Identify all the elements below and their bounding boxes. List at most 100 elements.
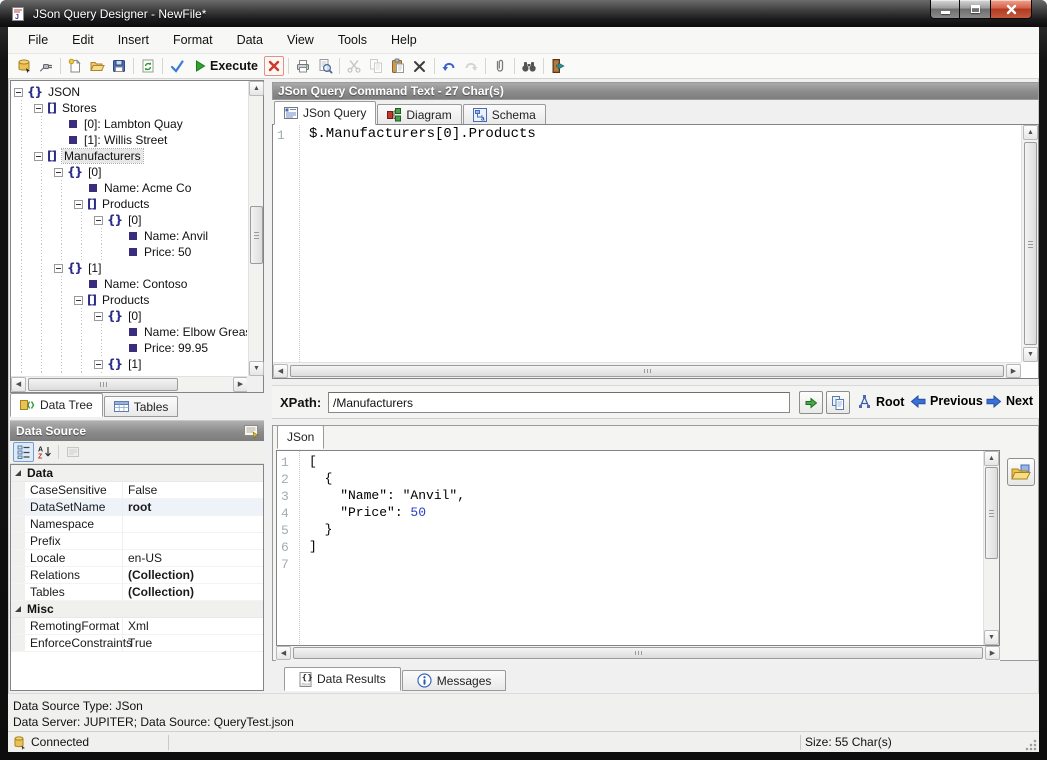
xpath-previous-button[interactable]: Previous	[910, 394, 983, 408]
attach-button[interactable]	[489, 55, 511, 77]
collapse-icon[interactable]	[14, 88, 23, 97]
minimize-button[interactable]	[930, 0, 960, 19]
property-category[interactable]: Misc	[11, 601, 263, 618]
scroll-up-arrow[interactable]: ▲	[1023, 125, 1038, 140]
copy-button[interactable]	[365, 55, 387, 77]
close-button[interactable]	[990, 0, 1032, 19]
scroll-up-arrow[interactable]: ▲	[984, 451, 999, 466]
xpath-input[interactable]	[328, 392, 790, 413]
scrollbar-thumb[interactable]	[290, 365, 1004, 377]
tab-json-result[interactable]: JSon	[277, 425, 324, 449]
menu-item-insert[interactable]: Insert	[106, 28, 161, 52]
collapse-icon[interactable]	[34, 104, 43, 113]
menu-item-tools[interactable]: Tools	[326, 28, 379, 52]
save-button[interactable]	[108, 55, 130, 77]
tree-node[interactable]: {}[0]	[12, 164, 247, 180]
code-line[interactable]: $.Manufacturers[0].Products	[309, 126, 1021, 143]
tab-messages[interactable]: Messages	[402, 670, 507, 691]
menu-item-help[interactable]: Help	[379, 28, 429, 52]
scrollbar-thumb[interactable]	[28, 378, 178, 391]
tree-node[interactable]: {}[0]	[12, 308, 247, 324]
collapse-icon[interactable]	[54, 264, 63, 273]
collapse-icon[interactable]	[74, 200, 83, 209]
property-row[interactable]: DataSetNameroot	[11, 499, 263, 516]
exit-button[interactable]	[547, 55, 569, 77]
xpath-next-button[interactable]: Next	[986, 394, 1033, 408]
collapse-icon[interactable]	[94, 360, 103, 369]
property-category[interactable]: Data	[11, 465, 263, 482]
refresh-button[interactable]	[137, 55, 159, 77]
tab-data-results[interactable]: {}JSon Data Results	[284, 667, 401, 691]
results-code-area[interactable]: [ { "Name": "Anvil", "Price": 50 } ]	[301, 451, 983, 644]
resize-grip[interactable]	[1025, 738, 1038, 751]
results-vertical-scrollbar[interactable]: ▲ ▼	[983, 451, 999, 645]
category-expand-icon[interactable]	[15, 470, 21, 476]
delete-button[interactable]	[409, 55, 431, 77]
vertical-splitter[interactable]	[264, 80, 272, 691]
tree-node[interactable]: [1]: Willis Street	[12, 132, 247, 148]
tree-node[interactable]: {}[1]	[12, 260, 247, 276]
property-row[interactable]: Tables(Collection)	[11, 584, 263, 601]
scroll-left-arrow[interactable]: ◀	[273, 364, 288, 378]
scroll-up-arrow[interactable]: ▲	[249, 81, 264, 96]
scroll-right-arrow[interactable]: ▶	[1006, 364, 1021, 378]
results-editor[interactable]: 1 2 3 4 5 6 7 [ { "Name": "Anvil", "Pric…	[276, 450, 1000, 646]
tree-node[interactable]: Name: Contoso	[12, 276, 247, 292]
tree-node[interactable]: {}[1]	[12, 356, 247, 372]
scroll-right-arrow[interactable]: ▶	[233, 377, 248, 392]
property-row[interactable]: Localeen-US	[11, 550, 263, 567]
tree-horizontal-scrollbar[interactable]: ◀ ▶	[11, 376, 248, 392]
property-row[interactable]: Prefix	[11, 533, 263, 550]
query-vertical-scrollbar[interactable]: ▲ ▼	[1021, 125, 1038, 362]
scroll-down-arrow[interactable]: ▼	[249, 361, 264, 376]
scroll-left-arrow[interactable]: ◀	[11, 377, 26, 392]
tab-tables[interactable]: Tables	[104, 396, 179, 417]
property-row[interactable]: Relations(Collection)	[11, 567, 263, 584]
menu-item-format[interactable]: Format	[161, 28, 225, 52]
print-button[interactable]	[292, 55, 314, 77]
xpath-go-button[interactable]	[799, 391, 823, 414]
xpath-copy-button[interactable]	[826, 391, 850, 414]
tree-node[interactable]: []Manufacturers	[12, 148, 247, 164]
tree-node[interactable]: [0]: Lambton Quay	[12, 116, 247, 132]
property-row[interactable]: CaseSensitiveFalse	[11, 482, 263, 499]
query-editor[interactable]: 1 $.Manufacturers[0].Products ▲ ▼ ◀ ▶	[272, 124, 1039, 379]
categorized-button[interactable]	[13, 442, 34, 462]
print-preview-button[interactable]	[314, 55, 336, 77]
tree-node[interactable]: {}[0]	[12, 212, 247, 228]
cut-button[interactable]	[343, 55, 365, 77]
query-code-area[interactable]: $.Manufacturers[0].Products	[301, 125, 1021, 362]
alphabetical-sort-button[interactable]: AZ	[34, 442, 55, 462]
maximize-button[interactable]	[960, 0, 990, 19]
properties-icon[interactable]	[243, 424, 260, 439]
collapse-icon[interactable]	[74, 296, 83, 305]
tree-vertical-scrollbar[interactable]: ▲ ▼	[248, 81, 263, 376]
tree-node[interactable]: {}JSON	[12, 84, 247, 100]
find-button[interactable]	[518, 55, 540, 77]
stop-button[interactable]	[263, 55, 285, 77]
tree-node[interactable]: Name: Anvil	[12, 228, 247, 244]
tree-node[interactable]: []Products	[12, 292, 247, 308]
undo-button[interactable]	[438, 55, 460, 77]
tab-data-tree[interactable]: Data Tree	[10, 393, 103, 417]
scroll-down-arrow[interactable]: ▼	[1023, 347, 1038, 362]
tree-node[interactable]: Name: Elbow Grease	[12, 324, 247, 340]
data-source-button[interactable]	[13, 55, 35, 77]
property-row[interactable]: EnforceConstraintsTrue	[11, 635, 263, 652]
tree-node[interactable]: Name: Headlight Flui	[12, 372, 247, 375]
property-pages-button[interactable]	[62, 442, 83, 462]
tree-node[interactable]: Price: 99.95	[12, 340, 247, 356]
scroll-down-arrow[interactable]: ▼	[984, 630, 999, 645]
tree-node[interactable]: Name: Acme Co	[12, 180, 247, 196]
open-file-button[interactable]	[86, 55, 108, 77]
redo-button[interactable]	[460, 55, 482, 77]
menu-item-data[interactable]: Data	[225, 28, 275, 52]
property-row[interactable]: RemotingFormatXml	[11, 618, 263, 635]
collapse-icon[interactable]	[54, 168, 63, 177]
collapse-icon[interactable]	[94, 216, 103, 225]
xpath-root-button[interactable]: Root	[857, 394, 904, 409]
export-results-button[interactable]	[1007, 458, 1035, 486]
tree-node[interactable]: []Stores	[12, 100, 247, 116]
tab-schema[interactable]: a Schema	[463, 104, 546, 125]
title-bar[interactable]: J JSon Query Designer - NewFile*	[0, 0, 1047, 27]
